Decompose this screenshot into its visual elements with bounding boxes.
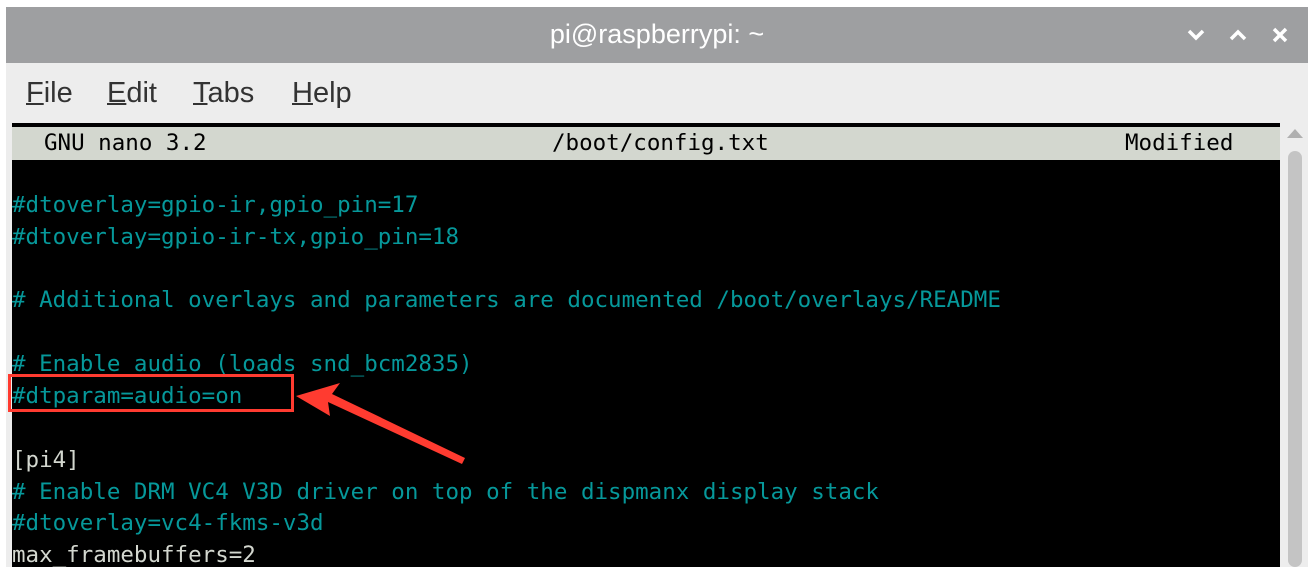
close-icon [1272, 27, 1288, 43]
annotation-highlight-box [8, 374, 294, 412]
title-bar[interactable]: pi@raspberrypi: ~ [6, 7, 1308, 63]
editor-line[interactable]: #dtoverlay=gpio-ir-tx,gpio_pin=18 [12, 224, 459, 250]
editor-line[interactable]: max_framebuffers=2 [12, 542, 256, 567]
editor-line[interactable]: [pi4] [12, 447, 80, 473]
editor-line[interactable]: #dtoverlay=gpio-ir,gpio_pin=17 [12, 192, 418, 218]
close-button[interactable] [1262, 17, 1298, 53]
nano-version: GNU nano 3.2 [44, 130, 207, 156]
editor-line[interactable]: # Enable DRM VC4 V3D driver on top of th… [12, 479, 879, 505]
scroll-thumb[interactable] [1288, 151, 1302, 567]
maximize-button[interactable] [1220, 17, 1256, 53]
vertical-scrollbar[interactable] [1282, 123, 1308, 567]
terminal-area[interactable]: GNU nano 3.2 /boot/config.txt Modified #… [12, 123, 1280, 567]
menu-bar: File Edit Tabs Help [6, 63, 1308, 123]
chevron-down-icon [1187, 29, 1205, 41]
nano-status: Modified [1125, 130, 1234, 156]
menu-file[interactable]: File [26, 77, 73, 110]
annotation-arrow-icon [296, 383, 465, 464]
nano-filename: /boot/config.txt [552, 130, 769, 156]
window-title: pi@raspberrypi: ~ [549, 19, 765, 49]
editor-line[interactable]: # Additional overlays and parameters are… [12, 287, 1001, 313]
scroll-up-arrow-icon[interactable] [1287, 129, 1303, 138]
chevron-up-icon [1229, 29, 1247, 41]
terminal-window: pi@raspberrypi: ~ File Edit Tabs Help GN… [6, 7, 1308, 567]
editor-line[interactable]: #dtoverlay=vc4-fkms-v3d [12, 510, 324, 536]
menu-edit[interactable]: Edit [107, 77, 157, 110]
menu-tabs[interactable]: Tabs [193, 77, 254, 110]
nano-header-bar: GNU nano 3.2 /boot/config.txt Modified [12, 127, 1280, 160]
menu-help[interactable]: Help [292, 77, 352, 110]
minimize-button[interactable] [1178, 17, 1214, 53]
